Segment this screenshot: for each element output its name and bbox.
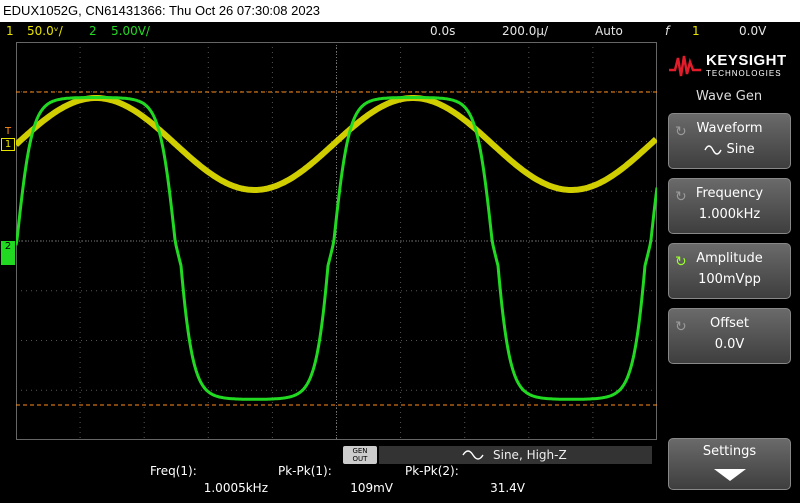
waveform-value: Sine <box>726 142 755 157</box>
ch2-scale[interactable]: 5.00V/ <box>111 22 150 41</box>
softkey-panel: KEYSIGHT TECHNOLOGIES Wave Gen ↻ Wavefor… <box>658 42 800 503</box>
settings-label: Settings <box>702 444 757 459</box>
ch2-number[interactable]: 2 <box>89 22 97 41</box>
measurement-value: 109mV <box>350 481 393 495</box>
trigger-mode[interactable]: Auto <box>595 22 623 41</box>
measurement-label: Pk-Pk(1): <box>278 464 332 478</box>
waveform-display[interactable] <box>16 42 657 440</box>
measurement-label: Pk-Pk(2): <box>405 464 459 478</box>
settings-softkey[interactable]: Settings <box>668 438 791 490</box>
trigger-level-marker[interactable]: T <box>5 126 11 137</box>
offset-label: Offset <box>709 316 750 331</box>
bottom-bar: GEN OUT Sine, High-Z Freq(1): 1.0005kHz … <box>0 442 658 503</box>
measurement-label: Freq(1): <box>150 464 197 478</box>
gen-out-indicator: GEN OUT <box>343 446 377 464</box>
arrow-down-icon <box>714 469 746 481</box>
waveform-softkey[interactable]: ↻ Waveform Sine <box>668 113 791 169</box>
menu-title: Wave Gen <box>695 89 763 104</box>
measurement-value: 1.0005kHz <box>203 481 268 495</box>
waveform-value-row: Sine <box>669 142 790 157</box>
offset-value: 0.0V <box>714 337 745 352</box>
trigger-level[interactable]: 0.0V <box>739 22 766 41</box>
frequency-value: 1.000kHz <box>698 207 761 222</box>
time-delay[interactable]: 0.0s <box>430 22 455 41</box>
sine-icon <box>462 450 484 460</box>
measurement-value: 31.4V <box>490 481 525 495</box>
ch1-ground-marker[interactable]: 1 <box>1 138 15 151</box>
window-title: EDUX1052G, CN61431366: Thu Oct 26 07:30:… <box>0 0 800 22</box>
trigger-source[interactable]: 1 <box>692 22 700 41</box>
ch1-number[interactable]: 1 <box>6 22 14 41</box>
waveform-label: Waveform <box>696 121 763 136</box>
offset-softkey[interactable]: ↻ Offset 0.0V <box>668 308 791 364</box>
wavegen-status[interactable]: Sine, High-Z <box>379 446 652 464</box>
brand-sub: TECHNOLOGIES <box>706 69 782 78</box>
trigger-marker-label: T <box>5 126 12 137</box>
gen-out-line1: GEN <box>352 447 368 455</box>
brand-name: KEYSIGHT <box>706 52 787 69</box>
amplitude-softkey[interactable]: ↻ Amplitude 100mVpp <box>668 243 791 299</box>
wavegen-status-text: Sine, High-Z <box>493 448 567 462</box>
keysight-logo: KEYSIGHT TECHNOLOGIES <box>668 50 794 82</box>
status-bar: 1 50.0ᵛ/ 2 5.00V/ 0.0s 200.0µ/ Auto f 1 … <box>0 22 800 41</box>
time-scale[interactable]: 200.0µ/ <box>502 22 548 41</box>
amplitude-label: Amplitude <box>696 251 763 266</box>
ch1-marker-label: 1 <box>4 139 12 150</box>
sine-icon <box>704 144 723 155</box>
frequency-label: Frequency <box>695 186 764 201</box>
gen-out-line2: OUT <box>352 455 368 463</box>
ch2-marker-label: 2 <box>4 241 12 252</box>
ch1-scale[interactable]: 50.0ᵛ/ <box>27 22 63 41</box>
keysight-wave-icon <box>669 55 701 77</box>
trigger-edge-icon: f <box>665 24 670 38</box>
amplitude-value: 100mVpp <box>698 272 761 287</box>
ch2-ground-marker[interactable]: 2 <box>1 241 15 265</box>
frequency-softkey[interactable]: ↻ Frequency 1.000kHz <box>668 178 791 234</box>
